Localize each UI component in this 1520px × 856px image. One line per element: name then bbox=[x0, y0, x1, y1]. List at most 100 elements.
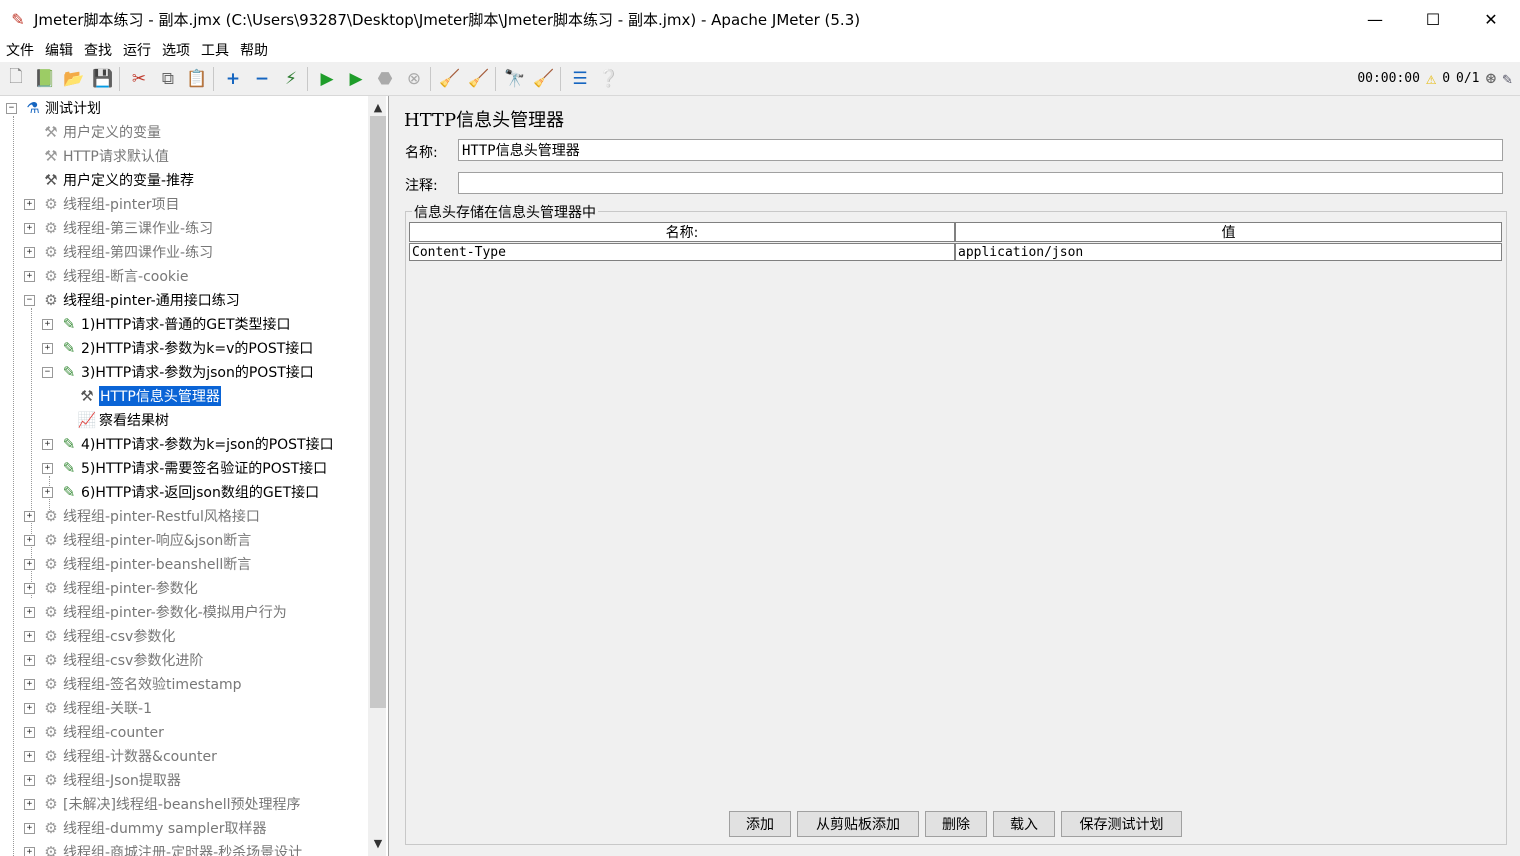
collapse-node-icon[interactable]: − bbox=[42, 366, 53, 378]
tree-node[interactable]: + ⚙ 线程组-csv参数化 bbox=[24, 624, 175, 648]
tree-node[interactable]: + ⚙ 线程组-pinter-响应&json断言 bbox=[24, 528, 251, 552]
tree-node[interactable]: + ✎ 1)HTTP请求-普通的GET类型接口 bbox=[42, 312, 291, 336]
menu-options[interactable]: 选项 bbox=[156, 40, 195, 60]
tree-node[interactable]: + ⚙ 线程组-pinter-Restful风格接口 bbox=[24, 504, 260, 528]
tree-node[interactable]: ⚒ HTTP请求默认值 bbox=[24, 144, 169, 168]
search-icon[interactable]: 🔭 bbox=[502, 66, 528, 92]
expand-node-icon[interactable]: + bbox=[42, 438, 53, 450]
collapse-node-icon[interactable]: − bbox=[24, 294, 35, 306]
templates-icon[interactable]: 📗 bbox=[32, 66, 58, 92]
scroll-up-icon[interactable]: ▲ bbox=[370, 98, 386, 116]
name-input[interactable]: HTTP信息头管理器 bbox=[458, 139, 1503, 161]
tree-node[interactable]: + ✎ 6)HTTP请求-返回json数组的GET接口 bbox=[42, 480, 319, 504]
delete-button[interactable]: 删除 bbox=[925, 811, 987, 837]
collapse-node-icon[interactable]: − bbox=[6, 102, 17, 114]
menu-run[interactable]: 运行 bbox=[117, 40, 156, 60]
expand-node-icon[interactable]: + bbox=[24, 582, 35, 594]
paste-icon[interactable]: 📋 bbox=[184, 66, 210, 92]
tree-node[interactable]: 📈 察看结果树 bbox=[60, 408, 169, 432]
tree-node[interactable]: + ✎ 5)HTTP请求-需要签名验证的POST接口 bbox=[42, 456, 327, 480]
new-icon[interactable]: 🗋 bbox=[3, 66, 29, 92]
expand-node-icon[interactable]: + bbox=[24, 630, 35, 642]
tree-node[interactable]: ⚒ 用户定义的变量-推荐 bbox=[24, 168, 194, 192]
tree-node[interactable]: − ⚙ 线程组-pinter-通用接口练习 bbox=[24, 288, 240, 312]
tree-node[interactable]: + ⚙ [未解决]线程组-beanshell预处理程序 bbox=[24, 792, 301, 816]
collapse-all-icon[interactable]: − bbox=[249, 66, 275, 92]
column-header-name[interactable]: 名称: bbox=[409, 222, 955, 242]
load-button[interactable]: 载入 bbox=[993, 811, 1055, 837]
tree-node[interactable]: + ⚙ 线程组-dummy sampler取样器 bbox=[24, 816, 266, 840]
tree-node[interactable]: + ⚙ 线程组-第四课作业-练习 bbox=[24, 240, 213, 264]
tree-node[interactable]: + ⚙ 线程组-第三课作业-练习 bbox=[24, 216, 213, 240]
warning-icon[interactable]: ⚠ bbox=[1426, 69, 1436, 89]
copy-icon[interactable]: ⧉ bbox=[155, 66, 181, 92]
expand-node-icon[interactable]: + bbox=[24, 822, 35, 834]
comment-input[interactable] bbox=[458, 172, 1503, 194]
tree-node[interactable]: + ⚙ 线程组-counter bbox=[24, 720, 164, 744]
clear-all-icon[interactable]: 🧹 bbox=[466, 66, 492, 92]
open-icon[interactable]: 📂 bbox=[61, 66, 87, 92]
tree-node[interactable]: − ⚗ 测试计划 bbox=[6, 96, 101, 120]
tree-node[interactable]: − ✎ 3)HTTP请求-参数为json的POST接口 bbox=[42, 360, 314, 384]
expand-node-icon[interactable]: + bbox=[24, 534, 35, 546]
tree-node[interactable]: + ⚙ 线程组-签名效验timestamp bbox=[24, 672, 242, 696]
expand-node-icon[interactable]: + bbox=[24, 798, 35, 810]
tree-node[interactable]: + ⚙ 线程组-csv参数化进阶 bbox=[24, 648, 203, 672]
tree-node[interactable]: + ⚙ 线程组-pinter-参数化-模拟用户行为 bbox=[24, 600, 287, 624]
save-test-plan-button[interactable]: 保存测试计划 bbox=[1061, 811, 1182, 837]
help-icon[interactable]: ❔ bbox=[596, 66, 622, 92]
stop-icon[interactable]: ⬣ bbox=[372, 66, 398, 92]
header-name-cell[interactable]: Content-Type bbox=[409, 243, 955, 261]
start-icon[interactable]: ▶ bbox=[314, 66, 340, 92]
tree-node[interactable]: + ⚙ 线程组-计数器&counter bbox=[24, 744, 217, 768]
expand-node-icon[interactable]: + bbox=[24, 846, 35, 856]
expand-node-icon[interactable]: + bbox=[24, 678, 35, 690]
tree-node[interactable]: + ⚙ 线程组-pinter项目 bbox=[24, 192, 180, 216]
expand-node-icon[interactable]: + bbox=[24, 270, 35, 282]
add-from-clipboard-button[interactable]: 从剪贴板添加 bbox=[797, 811, 919, 837]
tree-node[interactable]: + ✎ 2)HTTP请求-参数为k=v的POST接口 bbox=[42, 336, 313, 360]
header-value-cell[interactable]: application/json bbox=[955, 243, 1502, 261]
function-helper-icon[interactable]: ☰ bbox=[567, 66, 593, 92]
expand-all-icon[interactable]: + bbox=[220, 66, 246, 92]
expand-node-icon[interactable]: + bbox=[24, 654, 35, 666]
expand-node-icon[interactable]: + bbox=[24, 774, 35, 786]
menu-file[interactable]: 文件 bbox=[0, 40, 39, 60]
menu-tools[interactable]: 工具 bbox=[195, 40, 234, 60]
tree-node[interactable]: + ⚙ 线程组-pinter-beanshell断言 bbox=[24, 552, 251, 576]
close-button[interactable]: ✕ bbox=[1462, 0, 1520, 38]
tree-scroll-thumb[interactable] bbox=[370, 116, 386, 708]
tree-node[interactable]: + ⚙ 线程组-pinter-参数化 bbox=[24, 576, 198, 600]
tree-node[interactable]: + ⚙ 线程组-Json提取器 bbox=[24, 768, 181, 792]
start-no-pauses-icon[interactable]: ▶ bbox=[343, 66, 369, 92]
menu-edit[interactable]: 编辑 bbox=[39, 40, 78, 60]
scroll-down-icon[interactable]: ▼ bbox=[370, 834, 386, 852]
tree-node[interactable]: ⚒ 用户定义的变量 bbox=[24, 120, 161, 144]
reset-search-icon[interactable]: 🧹 bbox=[531, 66, 557, 92]
expand-node-icon[interactable]: + bbox=[24, 222, 35, 234]
toggle-icon[interactable]: ⚡ bbox=[278, 66, 304, 92]
minimize-button[interactable]: — bbox=[1346, 0, 1404, 38]
maximize-button[interactable]: ☐ bbox=[1404, 0, 1462, 38]
expand-node-icon[interactable]: + bbox=[24, 198, 35, 210]
add-button[interactable]: 添加 bbox=[729, 811, 791, 837]
shutdown-icon[interactable]: ⊗ bbox=[401, 66, 427, 92]
expand-node-icon[interactable]: + bbox=[24, 726, 35, 738]
tree-node[interactable]: + ⚙ 线程组-商城注册-定时器-秒杀场景设计 bbox=[24, 840, 302, 856]
save-icon[interactable]: 💾 bbox=[90, 66, 116, 92]
tree-node[interactable]: + ✎ 4)HTTP请求-参数为k=json的POST接口 bbox=[42, 432, 334, 456]
tree-node[interactable]: + ⚙ 线程组-断言-cookie bbox=[24, 264, 189, 288]
tree-node[interactable]: + ⚙ 线程组-关联-1 bbox=[24, 696, 152, 720]
log-viewer-icon[interactable]: ✎ bbox=[1502, 69, 1512, 88]
menu-help[interactable]: 帮助 bbox=[234, 40, 273, 60]
expand-node-icon[interactable]: + bbox=[24, 510, 35, 522]
remote-icon[interactable]: ⊛ bbox=[1486, 68, 1497, 89]
expand-node-icon[interactable]: + bbox=[42, 318, 53, 330]
menu-search[interactable]: 查找 bbox=[78, 40, 117, 60]
expand-node-icon[interactable]: + bbox=[24, 750, 35, 762]
expand-node-icon[interactable]: + bbox=[24, 246, 35, 258]
column-header-value[interactable]: 值 bbox=[955, 222, 1502, 242]
tree-node[interactable]: ⚒ HTTP信息头管理器 bbox=[60, 384, 222, 408]
expand-node-icon[interactable]: + bbox=[42, 342, 53, 354]
expand-node-icon[interactable]: + bbox=[42, 462, 53, 474]
